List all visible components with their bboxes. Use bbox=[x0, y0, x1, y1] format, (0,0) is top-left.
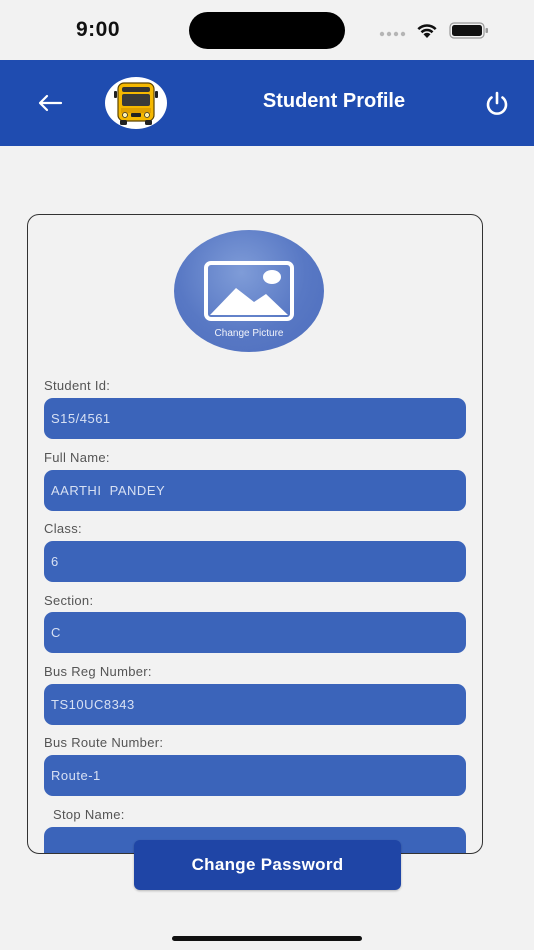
full-name-field[interactable]: AARTHI PANDEY bbox=[44, 470, 466, 511]
section-label: Section: bbox=[44, 593, 94, 608]
wifi-icon bbox=[417, 24, 437, 38]
page-title: Student Profile bbox=[262, 90, 406, 112]
school-bus-logo bbox=[105, 77, 167, 129]
back-button[interactable] bbox=[34, 87, 66, 119]
bus-reg-number-label: Bus Reg Number: bbox=[44, 664, 152, 679]
class-field[interactable]: 6 bbox=[44, 541, 466, 582]
bus-reg-number-field[interactable]: TS10UC8343 bbox=[44, 684, 466, 725]
power-icon bbox=[486, 91, 508, 115]
status-bar: 9:00 bbox=[0, 0, 534, 60]
stop-name-label: Stop Name: bbox=[53, 807, 125, 822]
full-name-label: Full Name: bbox=[44, 450, 110, 465]
bus-route-number-label: Bus Route Number: bbox=[44, 735, 164, 750]
student-id-label: Student Id: bbox=[44, 378, 111, 393]
app-bar: Student Profile bbox=[0, 60, 534, 146]
status-time: 9:00 bbox=[76, 18, 121, 41]
profile-picture[interactable]: Change Picture bbox=[174, 230, 324, 352]
section-field[interactable]: C bbox=[44, 612, 466, 653]
change-password-button[interactable]: Change Password bbox=[134, 840, 401, 890]
signal-icon bbox=[379, 31, 406, 37]
profile-card: Change Picture Student Id: S15/4561 Full… bbox=[27, 214, 483, 854]
battery-icon bbox=[449, 22, 488, 39]
school-bus-icon bbox=[114, 82, 158, 125]
avatar: Change Picture bbox=[174, 230, 324, 352]
change-picture-label: Change Picture bbox=[214, 328, 284, 339]
logout-button[interactable] bbox=[481, 88, 513, 120]
back-arrow-icon bbox=[38, 94, 63, 112]
status-icons bbox=[379, 22, 488, 39]
home-indicator bbox=[172, 936, 362, 941]
dynamic-island bbox=[189, 12, 345, 49]
bus-route-number-field[interactable]: Route-1 bbox=[44, 755, 466, 796]
student-id-field[interactable]: S15/4561 bbox=[44, 398, 466, 439]
class-label: Class: bbox=[44, 521, 82, 536]
